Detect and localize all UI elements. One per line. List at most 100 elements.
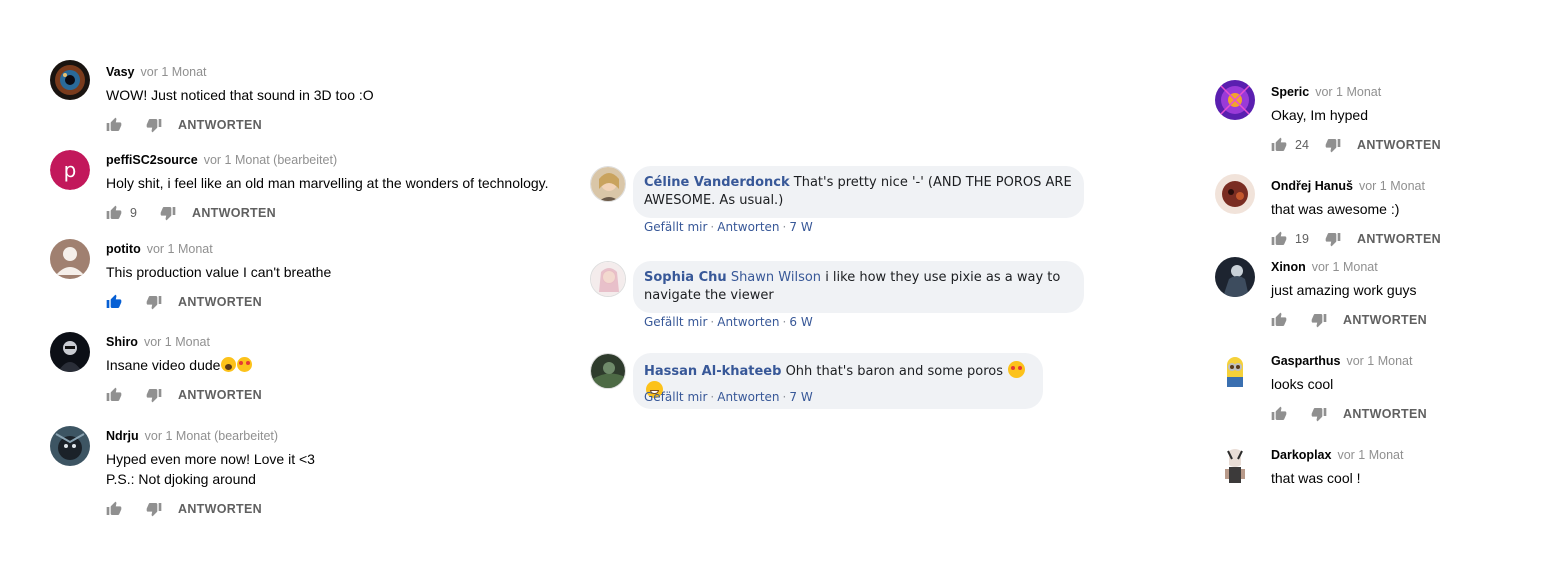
comment-time[interactable]: vor 1 Monat [147, 242, 213, 256]
dislike-button[interactable] [1311, 406, 1327, 422]
thumb-up-icon [106, 501, 122, 517]
thumb-up-icon [106, 294, 122, 310]
comment-time[interactable]: vor 1 Monat [1346, 354, 1412, 368]
comment-author[interactable]: Xinon [1271, 260, 1306, 274]
thumb-down-icon [160, 205, 176, 221]
like-link[interactable]: Gefällt mir [644, 390, 707, 404]
comment-time[interactable]: vor 1 Monat [1315, 85, 1381, 99]
dislike-button[interactable] [146, 294, 162, 310]
heart-eyes-emoji-icon [237, 357, 253, 372]
comment-author[interactable]: Ondřej Hanuš [1271, 179, 1353, 193]
comment-text: that was awesome :) [1271, 201, 1400, 217]
like-button[interactable] [1271, 137, 1287, 153]
comment-actions: ANTWORTEN [106, 290, 606, 314]
dislike-button[interactable] [1325, 231, 1341, 247]
like-button[interactable] [1271, 406, 1287, 422]
reply-button[interactable]: ANTWORTEN [1343, 407, 1427, 421]
reply-button[interactable]: ANTWORTEN [178, 118, 262, 132]
like-button[interactable] [1271, 231, 1287, 247]
comment-actions: 9 ANTWORTEN [106, 201, 606, 225]
thumb-down-icon [146, 117, 162, 133]
comment-time[interactable]: 7 W [789, 390, 812, 404]
comment-author[interactable]: Shiro [106, 335, 138, 349]
comment-text: Holy shit, i feel like an old man marvel… [106, 175, 549, 191]
comment-author[interactable]: Sophia Chu [644, 270, 727, 285]
avatar[interactable] [590, 166, 626, 202]
like-button[interactable] [106, 387, 122, 403]
comment-text: Ohh that's baron and some poros [785, 364, 1003, 379]
dislike-button[interactable] [1325, 137, 1341, 153]
like-count: 24 [1295, 138, 1309, 152]
reply-button[interactable]: ANTWORTEN [178, 388, 262, 402]
comment-actions: Gefällt mir · Antworten · 6 W [644, 315, 813, 329]
reply-button[interactable]: ANTWORTEN [1357, 138, 1441, 152]
dislike-button[interactable] [146, 501, 162, 517]
thumb-up-icon [106, 117, 122, 133]
avatar[interactable] [590, 353, 626, 389]
comment-time[interactable]: vor 1 Monat [1359, 179, 1425, 193]
avatar[interactable] [1215, 80, 1255, 120]
comment-actions: ANTWORTEN [106, 497, 606, 521]
heart-eyes-emoji-icon [1008, 361, 1026, 378]
like-button[interactable] [106, 501, 122, 517]
thumb-up-icon [1271, 312, 1287, 328]
avatar[interactable] [50, 239, 90, 279]
like-count: 19 [1295, 232, 1309, 246]
comment-time[interactable]: vor 1 Monat [1337, 448, 1403, 462]
reply-link[interactable]: Antworten [717, 315, 779, 329]
comment-author[interactable]: Darkoplax [1271, 448, 1331, 462]
comment-time[interactable]: vor 1 Monat (bearbeitet) [204, 153, 337, 167]
like-button[interactable] [106, 117, 122, 133]
comment-text: This production value I can't breathe [106, 264, 332, 280]
comment-actions: Gefällt mir · Antworten · 7 W [644, 390, 813, 404]
avatar[interactable] [1215, 351, 1255, 391]
thumb-down-icon [1311, 312, 1327, 328]
comment-author[interactable]: Hassan Al-khateeb [644, 364, 781, 379]
avatar[interactable] [50, 426, 90, 466]
dislike-button[interactable] [1311, 312, 1327, 328]
reply-button[interactable]: ANTWORTEN [178, 502, 262, 516]
comment-time[interactable]: vor 1 Monat [1312, 260, 1378, 274]
comment-actions: ANTWORTEN [106, 383, 606, 407]
reply-button[interactable]: ANTWORTEN [192, 206, 276, 220]
comment-author[interactable]: Speric [1271, 85, 1309, 99]
avatar[interactable] [590, 261, 626, 297]
comment-time[interactable]: vor 1 Monat [144, 335, 210, 349]
reply-button[interactable]: ANTWORTEN [178, 295, 262, 309]
comment-bubble: Sophia Chu Shawn Wilson i like how they … [633, 261, 1084, 313]
comment-author[interactable]: peffiSC2source [106, 153, 198, 167]
comment-actions: ANTWORTEN [106, 113, 606, 137]
avatar[interactable] [1215, 174, 1255, 214]
comment-author[interactable]: Ndrju [106, 429, 139, 443]
dislike-button[interactable] [146, 117, 162, 133]
comment-author[interactable]: Céline Vanderdonck [644, 175, 790, 190]
mention-link[interactable]: Shawn Wilson [731, 270, 821, 285]
comment-time[interactable]: 6 W [789, 315, 812, 329]
like-link[interactable]: Gefällt mir [644, 220, 707, 234]
avatar-letter: p [50, 150, 90, 190]
like-button-active[interactable] [106, 294, 122, 310]
avatar[interactable] [50, 60, 90, 100]
comment-time[interactable]: vor 1 Monat [141, 65, 207, 79]
comment-text: just amazing work guys [1271, 282, 1417, 298]
reply-link[interactable]: Antworten [717, 220, 779, 234]
reply-button[interactable]: ANTWORTEN [1357, 232, 1441, 246]
like-button[interactable] [106, 205, 122, 221]
like-link[interactable]: Gefällt mir [644, 315, 707, 329]
reply-button[interactable]: ANTWORTEN [1343, 313, 1427, 327]
comment-bubble: Céline Vanderdonck That's pretty nice '-… [633, 166, 1084, 218]
comment-time[interactable]: 7 W [789, 220, 812, 234]
comment-text-line2: AWESOME. As usual.) [644, 193, 784, 208]
avatar[interactable] [50, 332, 90, 372]
avatar[interactable]: p [50, 150, 90, 190]
dislike-button[interactable] [160, 205, 176, 221]
avatar[interactable] [1215, 257, 1255, 297]
reply-link[interactable]: Antworten [717, 390, 779, 404]
comment-time[interactable]: vor 1 Monat (bearbeitet) [145, 429, 278, 443]
comment-author[interactable]: potito [106, 242, 141, 256]
dislike-button[interactable] [146, 387, 162, 403]
avatar[interactable] [1215, 445, 1255, 485]
like-button[interactable] [1271, 312, 1287, 328]
comment-author[interactable]: Gasparthus [1271, 354, 1340, 368]
comment-author[interactable]: Vasy [106, 65, 135, 79]
